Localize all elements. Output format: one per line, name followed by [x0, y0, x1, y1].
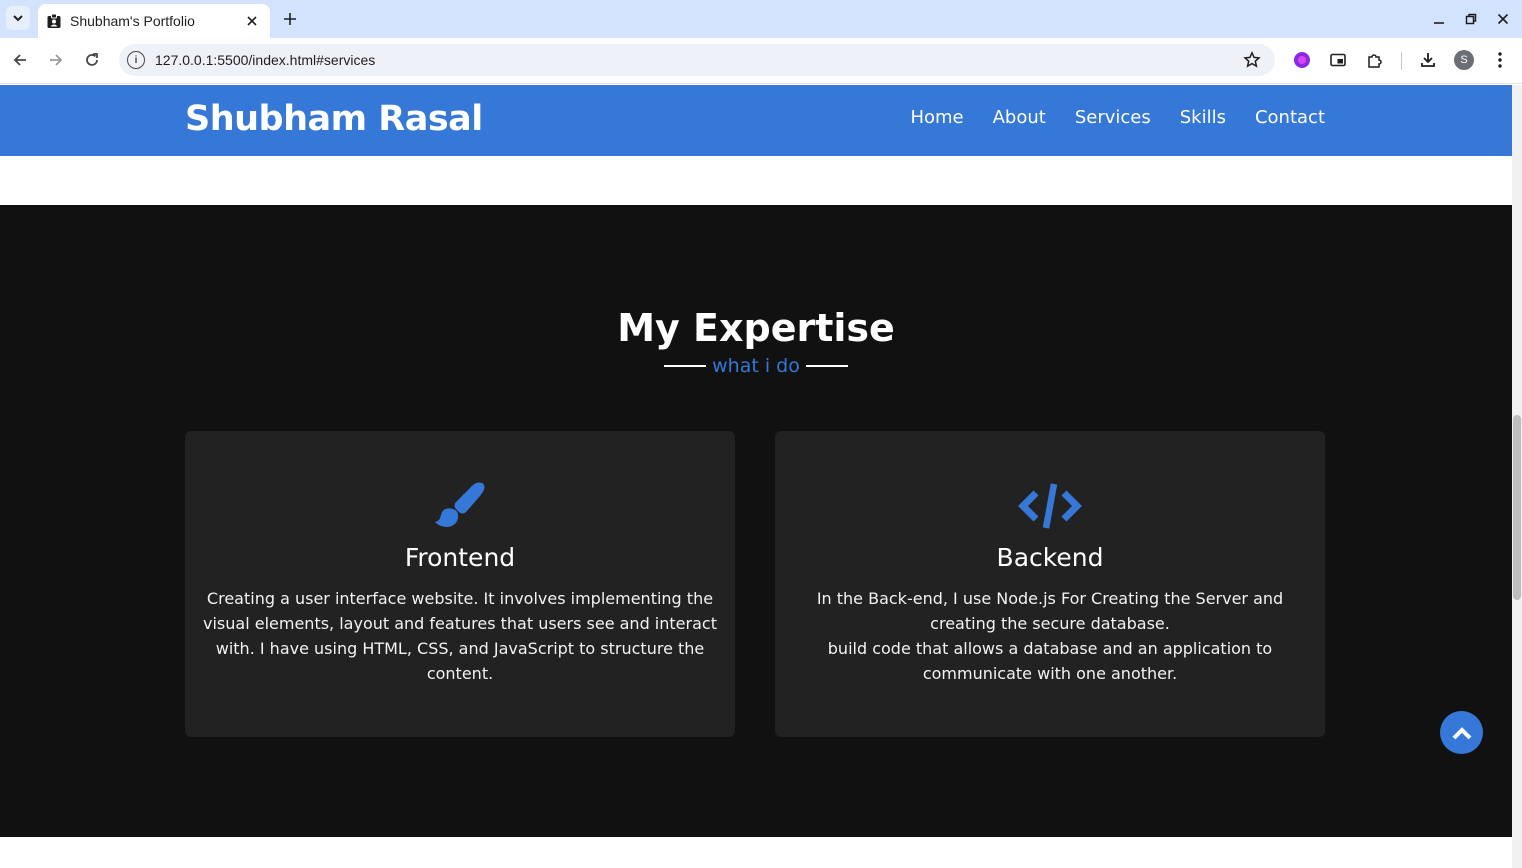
page-viewport: Shubham Rasal Home About Services Skills…	[0, 85, 1512, 868]
nav-contact[interactable]: Contact	[1255, 107, 1325, 128]
reload-button[interactable]	[79, 47, 105, 73]
card-description: Creating a user interface website. It in…	[203, 589, 717, 683]
puzzle-icon	[1368, 54, 1382, 68]
extension-button[interactable]	[1289, 47, 1315, 73]
picture-in-picture-button[interactable]	[1325, 47, 1351, 73]
avatar-initial: S	[1460, 54, 1468, 66]
service-card-frontend: Frontend Creating a user interface websi…	[185, 431, 735, 737]
minimize-icon	[1434, 22, 1444, 24]
extension-avatar-icon	[1294, 52, 1310, 68]
nav-links: Home About Services Skills Contact	[910, 107, 1325, 128]
tab-close-button[interactable]	[242, 11, 262, 31]
nav-skills[interactable]: Skills	[1180, 107, 1226, 128]
minimize-button[interactable]	[1428, 8, 1450, 30]
browser-tabbar: Shubham's Portfolio	[0, 0, 1522, 38]
chevron-down-icon	[13, 15, 23, 22]
chevron-up-icon	[1452, 726, 1471, 739]
close-icon	[1497, 13, 1509, 25]
card-title: Frontend	[404, 543, 516, 572]
section-subtitle: what i do	[712, 355, 800, 377]
scrollbar-thumb[interactable]	[1513, 415, 1521, 600]
browser-tab[interactable]: Shubham's Portfolio	[38, 4, 270, 38]
code-icon	[775, 479, 1325, 533]
arrow-right-icon	[50, 54, 63, 66]
nav-services[interactable]: Services	[1075, 107, 1151, 128]
page-scrollbar[interactable]	[1512, 85, 1522, 868]
divider-line	[664, 365, 707, 367]
close-icon	[247, 16, 257, 26]
service-card-backend: Backend In the Back-end, I use Node.js F…	[775, 431, 1325, 737]
site-info-icon[interactable]: i	[127, 51, 145, 69]
scroll-to-top-button[interactable]	[1440, 711, 1483, 754]
services-section: My Expertise what i do Frontend Creating…	[0, 205, 1512, 837]
section-subtitle-row: what i do	[0, 355, 1512, 377]
site-navbar: Shubham Rasal Home About Services Skills…	[0, 85, 1512, 156]
nav-about[interactable]: About	[993, 107, 1046, 128]
browser-toolbar: i 127.0.0.1:5500/index.html#services S	[0, 38, 1522, 84]
arrow-left-icon	[13, 54, 26, 66]
more-vert-icon	[1498, 52, 1502, 68]
back-button[interactable]	[7, 47, 33, 73]
bookmark-star-button[interactable]	[1241, 49, 1263, 71]
plus-icon	[284, 13, 296, 25]
paintbrush-icon	[185, 479, 735, 533]
downloads-button[interactable]	[1415, 47, 1441, 73]
picture-in-picture-icon	[1330, 53, 1346, 67]
new-tab-button[interactable]	[278, 7, 302, 31]
url-text[interactable]: 127.0.0.1:5500/index.html#services	[155, 52, 1241, 68]
download-icon	[1421, 53, 1435, 67]
avatar: S	[1454, 50, 1474, 70]
extensions-button[interactable]	[1362, 47, 1388, 73]
nav-home[interactable]: Home	[910, 107, 963, 128]
favicon-icon	[46, 13, 62, 29]
restore-icon	[1465, 13, 1477, 25]
card-title: Backend	[996, 543, 1104, 572]
tab-title: Shubham's Portfolio	[70, 13, 195, 29]
close-window-button[interactable]	[1492, 8, 1514, 30]
toolbar-divider	[1401, 52, 1402, 70]
divider-line	[805, 365, 848, 367]
card-description: In the Back-end, I use Node.js For Creat…	[816, 589, 1284, 683]
brand-logo[interactable]: Shubham Rasal	[185, 99, 483, 139]
section-title: My Expertise	[617, 306, 895, 350]
tab-search-button[interactable]	[6, 6, 30, 30]
menu-button[interactable]	[1487, 47, 1513, 73]
profile-button[interactable]: S	[1451, 47, 1477, 73]
reload-icon	[86, 53, 98, 66]
address-bar[interactable]: i 127.0.0.1:5500/index.html#services	[119, 44, 1275, 76]
restore-button[interactable]	[1460, 8, 1482, 30]
star-icon	[1243, 51, 1261, 68]
forward-button[interactable]	[43, 47, 69, 73]
